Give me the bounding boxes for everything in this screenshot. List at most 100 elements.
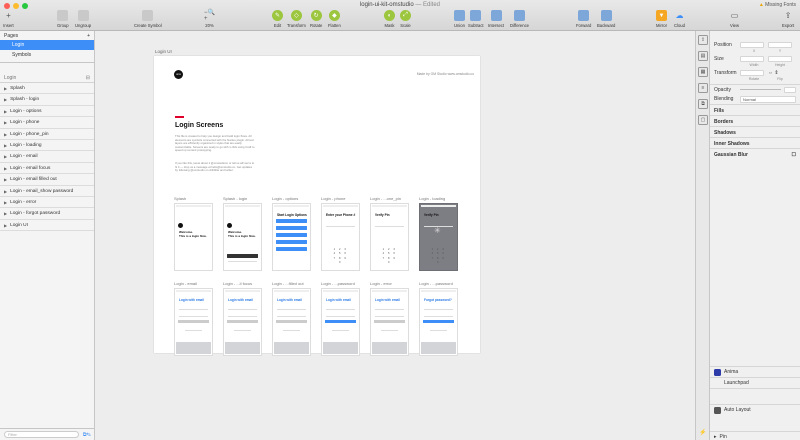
rotate-field[interactable] bbox=[740, 70, 764, 76]
shadows-section[interactable]: Shadows bbox=[710, 126, 800, 137]
screen-thumbnail[interactable]: Login - options Start Login Options bbox=[272, 196, 311, 271]
flip-icon[interactable]: ⇔ ⇕ bbox=[768, 70, 779, 76]
artboard-login-ui[interactable]: oms Made by OM Studio www.omstudio.co Lo… bbox=[154, 56, 480, 356]
device-icon[interactable]: ▢ bbox=[698, 115, 708, 125]
checkbox-icon[interactable]: ☐ bbox=[792, 152, 796, 158]
layer-item[interactable]: ▶ Login - error bbox=[0, 197, 94, 209]
insert-button[interactable]: + Insert bbox=[3, 10, 14, 28]
lightning-icon[interactable]: ⚡ bbox=[699, 429, 706, 436]
layer-item[interactable]: ▶ Login - forgot password bbox=[0, 208, 94, 220]
intersect-button[interactable]: Intersect bbox=[488, 10, 504, 28]
union-button[interactable]: Union bbox=[454, 10, 465, 28]
disclosure-triangle-icon[interactable]: ▶ bbox=[4, 120, 7, 125]
screen-thumbnail[interactable]: Login - phone Enter your Phone # 1 2 34 5 … bbox=[321, 196, 360, 271]
prototype-icon[interactable]: ⧉ bbox=[698, 99, 708, 109]
layer-item[interactable]: ▶ Login UI bbox=[0, 220, 94, 232]
x-field[interactable] bbox=[740, 42, 764, 48]
zoom-control[interactable]: −🔍+ 20% bbox=[204, 10, 215, 28]
disclosure-triangle-icon[interactable]: ▶ bbox=[4, 211, 7, 216]
disclosure-triangle-icon[interactable]: ▶ bbox=[4, 200, 7, 205]
blending-select[interactable]: Normal bbox=[740, 95, 796, 103]
plugin-auto-layout[interactable]: Auto Layout bbox=[710, 404, 800, 415]
layer-item[interactable]: ▶ Login - phone_pin bbox=[0, 129, 94, 140]
ungroup-button[interactable]: Ungroup bbox=[75, 10, 91, 28]
opacity-field[interactable] bbox=[784, 86, 796, 93]
filter-input[interactable]: Filter bbox=[4, 431, 79, 438]
flatten-icon: ◆ bbox=[328, 10, 340, 21]
fills-section[interactable]: Fills bbox=[710, 104, 800, 115]
disclosure-triangle-icon[interactable]: ▶ bbox=[4, 223, 7, 228]
plugin-anima[interactable]: Anima bbox=[710, 366, 800, 377]
height-field[interactable] bbox=[768, 56, 792, 62]
disclosure-triangle-icon[interactable]: ▶ bbox=[4, 97, 7, 102]
edit-pencil-icon[interactable]: ⧉✎ bbox=[83, 432, 91, 438]
create-symbol-button[interactable]: Create Symbol bbox=[134, 10, 162, 28]
y-field[interactable] bbox=[768, 42, 792, 48]
share-icon[interactable]: ⇪ bbox=[698, 35, 708, 45]
screen-thumbnail[interactable]: Login - ...password Login with email bbox=[321, 281, 360, 356]
disclosure-triangle-icon[interactable]: ▶ bbox=[4, 143, 7, 148]
gaussian-blur-section[interactable]: Gaussian Blur ☐ bbox=[710, 148, 800, 159]
inner-shadows-section[interactable]: Inner Shadows bbox=[710, 137, 800, 148]
view-button[interactable]: ▭ View bbox=[729, 10, 740, 28]
export-button[interactable]: ⇪ Export bbox=[782, 10, 794, 28]
layer-item[interactable]: ▶ Login - options bbox=[0, 106, 94, 118]
layer-item[interactable]: ▶ Login - email bbox=[0, 151, 94, 163]
rotate-button[interactable]: ↻ Rotate bbox=[310, 10, 322, 28]
password-line bbox=[424, 316, 453, 317]
transform-button[interactable]: ◇ Transform bbox=[287, 10, 306, 28]
layer-item[interactable]: ▶ Login - email focus bbox=[0, 163, 94, 175]
screen-thumbnail[interactable]: Login - ...il focus Login with email bbox=[223, 281, 262, 356]
disclosure-triangle-icon[interactable]: ▶ bbox=[4, 86, 7, 91]
flatten-button[interactable]: ◆ Flatten bbox=[328, 10, 341, 28]
subtract-button[interactable]: Subtract bbox=[468, 10, 484, 28]
screen-thumbnail[interactable]: Login - ...filled out Login with email bbox=[272, 281, 311, 356]
canvas[interactable]: Login UI oms Made by OM Studio www.omstu… bbox=[95, 31, 695, 440]
layer-item[interactable]: ▶ Login - email filled out bbox=[0, 174, 94, 186]
backward-button[interactable]: Backward bbox=[597, 10, 615, 28]
layer-item[interactable]: ▶ Login - loading bbox=[0, 140, 94, 152]
page-item-symbols[interactable]: Symbols bbox=[0, 50, 94, 60]
page-item-login[interactable]: Login bbox=[0, 40, 94, 50]
screen-thumbnail[interactable]: Login - ...password Forgot password? bbox=[419, 281, 458, 356]
screen-thumbnail[interactable]: Splash - login Welcome. This is a login fl… bbox=[223, 196, 262, 271]
borders-section[interactable]: Borders bbox=[710, 115, 800, 126]
edit-button[interactable]: ✎ Edit bbox=[272, 10, 283, 28]
position-row: Position bbox=[710, 41, 800, 49]
align-icon[interactable]: ≡ bbox=[698, 83, 708, 93]
grid-icon[interactable]: ▦ bbox=[698, 67, 708, 77]
plugin-pin[interactable]: ▸ Pin bbox=[710, 431, 800, 440]
layer-item[interactable]: ▶ Splash bbox=[0, 83, 94, 95]
screen-thumbnail[interactable]: Login - error Login with email bbox=[370, 281, 409, 356]
opacity-slider[interactable] bbox=[740, 89, 781, 90]
layer-item[interactable]: ▶ Login - phone bbox=[0, 117, 94, 129]
disclosure-triangle-icon[interactable]: ▶ bbox=[4, 109, 7, 114]
screen-thumbnail[interactable]: Login - ...one_pin Verify Pin 1 2 34 5 67 … bbox=[370, 196, 409, 271]
disclosure-triangle-icon[interactable]: ▶ bbox=[4, 189, 7, 194]
disclosure-triangle-icon[interactable]: ▶ bbox=[4, 177, 7, 182]
screen-thumbnail[interactable]: Login - email Login with email bbox=[174, 281, 213, 356]
difference-button[interactable]: Difference bbox=[510, 10, 529, 28]
group-button[interactable]: Group bbox=[57, 10, 69, 28]
disclosure-triangle-icon[interactable]: ▶ bbox=[4, 132, 7, 137]
screen-thumbnail[interactable]: Login - loading Verify Pin 1 2 34 5 67 8 9… bbox=[419, 196, 458, 271]
disclosure-triangle-icon[interactable]: ▶ bbox=[4, 154, 7, 159]
logo: oms bbox=[174, 70, 183, 79]
disclosure-triangle-icon[interactable]: ▶ bbox=[4, 166, 7, 171]
scale-button[interactable]: ⤢ Scale bbox=[400, 10, 411, 28]
width-field[interactable] bbox=[740, 56, 764, 62]
forward-button[interactable]: Forward bbox=[576, 10, 591, 28]
screen-thumbnail[interactable]: Splash Welcome. This is a login flow. bbox=[174, 196, 213, 271]
missing-fonts-warning[interactable]: ▲ Missing Fonts bbox=[759, 2, 796, 8]
artboard-label[interactable]: Login UI bbox=[155, 49, 172, 54]
option-button bbox=[276, 219, 307, 223]
layer-item[interactable]: ▶ Splash - login bbox=[0, 94, 94, 106]
mirror-button[interactable]: ▼ Mirror bbox=[656, 10, 667, 28]
cloud-button[interactable]: ☁ Cloud bbox=[674, 10, 685, 28]
layer-item[interactable]: ▶ Login - email_show password bbox=[0, 186, 94, 197]
layout-icon[interactable]: ▤ bbox=[698, 51, 708, 61]
plugin-launchpad[interactable]: Launchpad bbox=[710, 377, 800, 388]
collapse-icon[interactable]: ⊟ bbox=[86, 75, 90, 81]
mask-button[interactable]: ◐ Mask bbox=[384, 10, 395, 28]
add-page-icon[interactable]: + bbox=[87, 33, 90, 39]
